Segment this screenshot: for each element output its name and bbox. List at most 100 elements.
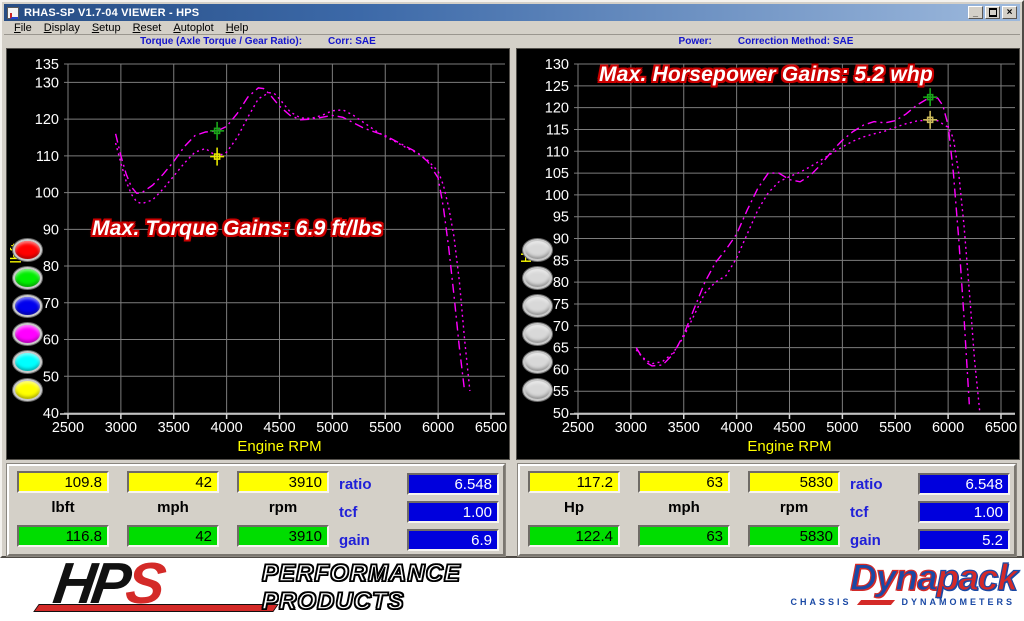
chart-headers: Torque (Axle Torque / Gear Ratio): Corr:… (4, 36, 1020, 48)
torque-cursor2-value-field[interactable]: 116.8 (17, 525, 109, 547)
y-tick-label: 65 (553, 341, 569, 357)
run-select-button[interactable] (13, 351, 42, 373)
baseline-run-curve (116, 93, 470, 391)
menu-help[interactable]: Help (220, 22, 255, 34)
run-select-button[interactable] (13, 323, 42, 345)
y-tick-label: 115 (546, 122, 569, 138)
x-tick-label: 5000 (316, 420, 348, 436)
cursor-crosshair[interactable] (923, 88, 937, 106)
tcf-value-field[interactable]: 1.00 (407, 501, 499, 523)
x-axis-label: Engine RPM (747, 438, 831, 455)
close-button[interactable]: × (1002, 6, 1017, 19)
x-tick-label: 5500 (369, 420, 401, 436)
torque-unit-label: lbft (17, 499, 109, 516)
x-tick-label: 6500 (475, 420, 507, 436)
torque-header-label: Torque (Axle Torque / Gear Ratio): (140, 36, 302, 48)
power-readout-panel: 117.2 63 5830 Hp mph rpm 122.4 63 5830 r… (518, 464, 1016, 556)
run-select-button[interactable] (13, 379, 42, 401)
minimize-button[interactable]: _ (968, 6, 983, 19)
gain-label: gain (850, 532, 910, 549)
run-select-button[interactable] (523, 295, 552, 317)
title-bar[interactable]: RHAS-SP V1.7-04 VIEWER - HPS _ × (4, 4, 1020, 21)
power-chart: 1301251201151101051009590858075706560555… (517, 49, 1021, 461)
dynapack-swoosh (857, 600, 895, 605)
rpm-unit-label: rpm (748, 499, 840, 516)
menu-reset[interactable]: Reset (127, 22, 168, 34)
cursor-crosshair[interactable] (923, 111, 937, 129)
torque-header: Torque (Axle Torque / Gear Ratio): Corr:… (4, 36, 512, 48)
x-tick-label: 3000 (105, 420, 137, 436)
mph-unit-label: mph (638, 499, 730, 516)
power-cursor-value-field[interactable]: 117.2 (528, 471, 620, 493)
hps-tagline-1: PERFORMANCE (262, 560, 461, 588)
y-tick-label: 75 (553, 297, 569, 313)
torque-cursor-mph-field[interactable]: 42 (127, 471, 219, 493)
gain-value-field[interactable]: 5.2 (918, 529, 1010, 551)
torque-cursor2-rpm-field[interactable]: 3910 (237, 525, 329, 547)
y-tick-label: 55 (553, 384, 569, 400)
dynapack-wordmark: Dynapack (850, 559, 1017, 597)
menu-display[interactable]: Display (38, 22, 86, 34)
hps-wordmark: HPS (50, 554, 166, 614)
power-run-buttons (523, 239, 552, 401)
y-tick-label: 85 (553, 253, 569, 269)
tcf-value-field[interactable]: 1.00 (918, 501, 1010, 523)
cursor-crosshair[interactable] (210, 122, 224, 140)
cursor-crosshair[interactable] (210, 148, 224, 166)
run-select-button[interactable] (523, 239, 552, 261)
torque-cursor-value-field[interactable]: 109.8 (17, 471, 109, 493)
run-select-button[interactable] (523, 323, 552, 345)
x-tick-label: 4500 (263, 420, 295, 436)
y-tick-label: 60 (553, 362, 569, 378)
torque-chart: 1351301201101009080706050402500300035004… (7, 49, 511, 461)
run-select-button[interactable] (523, 351, 552, 373)
y-tick-label: 100 (545, 188, 569, 204)
app-icon (7, 7, 19, 19)
restore-button[interactable] (985, 6, 1000, 19)
power-cursor-rpm-field[interactable]: 5830 (748, 471, 840, 493)
x-tick-label: 5000 (826, 420, 858, 436)
torque-run-buttons (13, 239, 42, 401)
hps-hp: HP (50, 551, 132, 616)
run-select-button[interactable] (13, 239, 42, 261)
tcf-label: tcf (339, 504, 399, 521)
dynapack-dyna: Dyna (850, 557, 936, 598)
x-tick-label: 3500 (668, 420, 700, 436)
run-select-button[interactable] (13, 295, 42, 317)
power-cursor2-mph-field[interactable]: 63 (638, 525, 730, 547)
dynapack-subline: CHASSIS DYNAMOMETERS (790, 597, 1015, 607)
dynapack-dynamometers: DYNAMOMETERS (901, 597, 1015, 607)
y-tick-label: 80 (43, 259, 59, 275)
run-select-button[interactable] (13, 267, 42, 289)
tcf-label: tcf (850, 504, 910, 521)
power-cursor2-rpm-field[interactable]: 5830 (748, 525, 840, 547)
torque-cursor-rpm-field[interactable]: 3910 (237, 471, 329, 493)
run-select-button[interactable] (523, 267, 552, 289)
hps-logo: HPS PERFORMANCE PRODUCTS (36, 558, 516, 618)
torque-chart-panel: 1351301201101009080706050402500300035004… (6, 48, 510, 460)
y-tick-label: 130 (35, 75, 59, 91)
power-cursor2-value-field[interactable]: 122.4 (528, 525, 620, 547)
y-tick-label: 135 (35, 57, 59, 73)
y-tick-label: 120 (545, 101, 569, 117)
menu-autoplot[interactable]: Autoplot (167, 22, 219, 34)
y-tick-label: 95 (553, 210, 569, 226)
y-tick-label: 50 (43, 369, 59, 385)
y-tick-label: 110 (36, 149, 59, 165)
run-select-button[interactable] (523, 379, 552, 401)
gain-value-field[interactable]: 6.9 (407, 529, 499, 551)
rpm-unit-label: rpm (237, 499, 329, 516)
power-cursor-mph-field[interactable]: 63 (638, 471, 730, 493)
x-tick-label: 6500 (985, 420, 1017, 436)
ratio-value-field[interactable]: 6.548 (918, 473, 1010, 495)
x-tick-label: 3000 (615, 420, 647, 436)
power-correction-label: Correction Method: SAE (738, 36, 854, 48)
torque-cursor2-mph-field[interactable]: 42 (127, 525, 219, 547)
x-tick-label: 6000 (932, 420, 964, 436)
ratio-value-field[interactable]: 6.548 (407, 473, 499, 495)
y-tick-label: 105 (545, 166, 569, 182)
x-tick-label: 4500 (773, 420, 805, 436)
menu-setup[interactable]: Setup (86, 22, 127, 34)
y-tick-label: 130 (545, 57, 569, 73)
menu-file[interactable]: File (8, 22, 38, 34)
